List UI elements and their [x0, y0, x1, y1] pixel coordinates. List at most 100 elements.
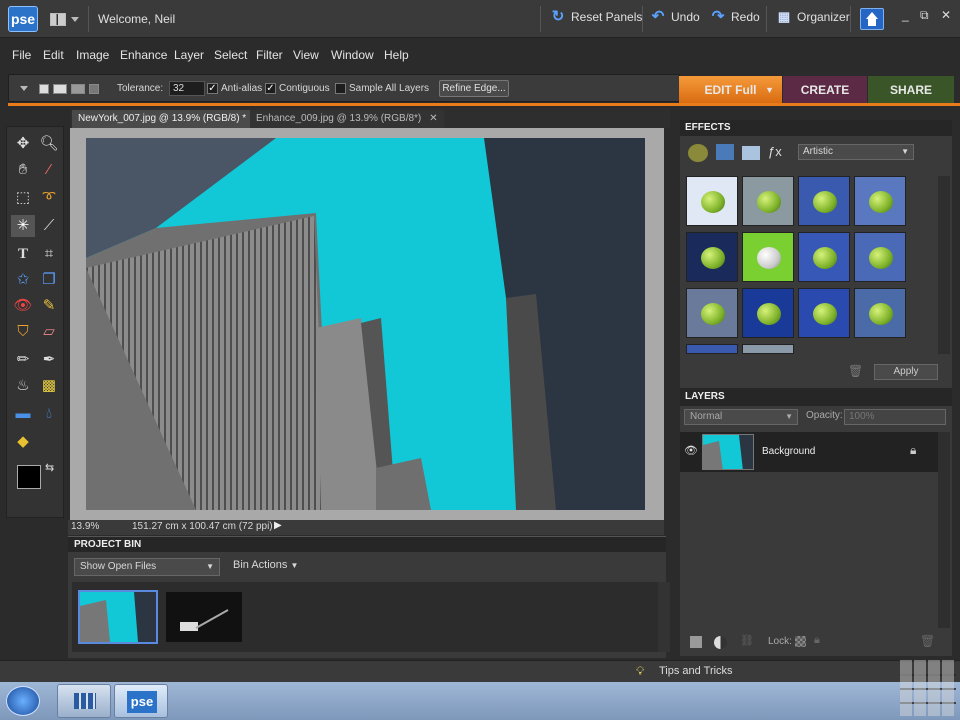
- healing-brush-tool-icon[interactable]: ✎: [37, 295, 61, 317]
- effect-thumbnail[interactable]: [686, 176, 738, 226]
- foreground-color-swatch[interactable]: [17, 465, 41, 489]
- crop-tool-icon[interactable]: ⌗: [37, 243, 61, 265]
- layer-styles-icon[interactable]: [716, 144, 734, 160]
- brush-tool-icon[interactable]: ✏︎: [11, 349, 35, 371]
- effect-thumbnail[interactable]: [854, 232, 906, 282]
- close-icon[interactable]: ✕: [429, 110, 437, 128]
- blend-mode-dropdown[interactable]: Normal ▼: [684, 409, 798, 425]
- shape-tool-icon[interactable]: ▬: [11, 403, 35, 425]
- status-menu-arrow-icon[interactable]: ▶: [274, 520, 282, 531]
- type-tool-icon[interactable]: T: [11, 243, 35, 265]
- swap-colors-icon[interactable]: ⇆: [45, 461, 54, 474]
- contiguous-checkbox[interactable]: ✓: [265, 83, 276, 94]
- red-eye-tool-icon[interactable]: 👁︎: [11, 295, 35, 317]
- trash-icon[interactable]: 🗑︎: [848, 364, 863, 378]
- taskbar-organizer-app[interactable]: [57, 684, 111, 718]
- opacity-input[interactable]: 100%: [844, 409, 946, 425]
- tab-create[interactable]: CREATE: [783, 76, 867, 104]
- undo-button[interactable]: ↶ Undo: [650, 9, 700, 24]
- link-layers-icon[interactable]: ⛓︎: [740, 634, 754, 647]
- effect-thumbnail[interactable]: [798, 288, 850, 338]
- reset-panels-button[interactable]: ↻ Reset Panels: [550, 9, 643, 24]
- sponge-tool-icon[interactable]: ◆: [11, 431, 35, 453]
- layers-panel-header[interactable]: LAYERS: [680, 388, 952, 406]
- eraser-tool-icon[interactable]: ▱: [37, 321, 61, 343]
- tips-and-tricks-link[interactable]: Tips and Tricks: [659, 665, 733, 677]
- organizer-button[interactable]: ▦ Organizer: [776, 10, 850, 25]
- effect-thumbnail[interactable]: [686, 232, 738, 282]
- adjustment-layer-icon[interactable]: [714, 636, 727, 649]
- home-button[interactable]: [860, 8, 884, 30]
- project-bin-scrollbar[interactable]: [658, 582, 670, 652]
- start-button[interactable]: [6, 686, 40, 716]
- clone-stamp-tool-icon[interactable]: ⛉: [11, 321, 35, 343]
- photo-effects-icon[interactable]: [742, 146, 760, 160]
- anti-alias-checkbox[interactable]: ✓: [207, 83, 218, 94]
- layers-scrollbar[interactable]: [938, 432, 950, 628]
- tool-preset-dropdown[interactable]: [20, 86, 28, 91]
- tab-document-2[interactable]: Enhance_009.jpg @ 13.9% (RGB/8*) ✕: [250, 110, 444, 128]
- menu-filter[interactable]: Filter: [256, 48, 283, 62]
- menu-select[interactable]: Select: [214, 48, 247, 62]
- tolerance-input[interactable]: 32: [169, 81, 205, 96]
- new-selection-icon[interactable]: [39, 84, 49, 94]
- lock-transparency-icon[interactable]: [795, 636, 806, 647]
- close-button[interactable]: ✕: [941, 8, 951, 22]
- effect-thumbnail[interactable]: [742, 344, 794, 354]
- effect-thumbnail[interactable]: [854, 288, 906, 338]
- effect-thumbnail[interactable]: [742, 288, 794, 338]
- effect-thumbnail[interactable]: [798, 176, 850, 226]
- menu-view[interactable]: View: [293, 48, 319, 62]
- menu-help[interactable]: Help: [384, 48, 409, 62]
- refine-edge-button[interactable]: Refine Edge...: [439, 80, 509, 97]
- effects-panel-header[interactable]: EFFECTS: [680, 120, 952, 136]
- taskbar-pse-app[interactable]: pse: [114, 684, 168, 718]
- marquee-tool-icon[interactable]: ⬚: [11, 187, 35, 209]
- eye-visibility-icon[interactable]: 👁︎: [684, 444, 698, 457]
- show-files-dropdown[interactable]: Show Open Files ▼: [74, 558, 220, 576]
- bin-actions-menu[interactable]: Bin Actions ▼: [233, 559, 298, 571]
- effects-category-dropdown[interactable]: Artistic ▼: [798, 144, 914, 160]
- add-selection-icon[interactable]: [53, 84, 67, 94]
- move-tool-icon[interactable]: ✥: [11, 133, 35, 155]
- apply-effect-button[interactable]: Apply: [874, 364, 938, 380]
- menu-file[interactable]: File: [12, 48, 31, 62]
- sample-all-layers-checkbox[interactable]: [335, 83, 346, 94]
- minimize-button[interactable]: _: [902, 8, 909, 22]
- effect-thumbnail[interactable]: [742, 232, 794, 282]
- layer-row-background[interactable]: 👁︎ Background 🔒︎: [680, 432, 938, 472]
- lock-all-icon[interactable]: 🔒︎: [814, 634, 820, 647]
- recompose-tool-icon[interactable]: ❐: [37, 269, 61, 291]
- effect-thumbnail[interactable]: [798, 232, 850, 282]
- zoom-tool-icon[interactable]: 🔍︎: [37, 133, 61, 155]
- paint-bucket-tool-icon[interactable]: ♨︎: [11, 375, 35, 397]
- blur-tool-icon[interactable]: 💧︎: [37, 403, 61, 425]
- hand-tool-icon[interactable]: ✋︎: [11, 159, 35, 181]
- tab-share[interactable]: SHARE: [868, 76, 954, 104]
- effect-thumbnail[interactable]: [686, 344, 738, 354]
- lasso-tool-icon[interactable]: ➰︎: [37, 187, 61, 209]
- filters-icon[interactable]: [688, 144, 708, 162]
- subtract-selection-icon[interactable]: [71, 84, 85, 94]
- document-image[interactable]: [86, 138, 645, 510]
- bin-thumbnail-1[interactable]: [78, 590, 158, 644]
- project-bin-header[interactable]: PROJECT BIN: [68, 536, 666, 552]
- cookie-cutter-tool-icon[interactable]: ✩: [11, 269, 35, 291]
- redo-button[interactable]: ↷ Redo: [710, 9, 760, 24]
- restore-button[interactable]: ⧉: [920, 8, 929, 23]
- intersect-selection-icon[interactable]: [89, 84, 99, 94]
- magic-wand-tool-icon[interactable]: ✳: [11, 215, 35, 237]
- effect-thumbnail[interactable]: [854, 176, 906, 226]
- new-layer-icon[interactable]: [690, 636, 702, 648]
- gradient-tool-icon[interactable]: ▩: [37, 375, 61, 397]
- menu-enhance[interactable]: Enhance: [120, 48, 167, 62]
- effect-thumbnail[interactable]: [686, 288, 738, 338]
- eyedropper-tool-icon[interactable]: ⁄: [37, 159, 61, 181]
- menu-window[interactable]: Window: [331, 48, 374, 62]
- show-all-fx-icon[interactable]: ƒx: [768, 144, 782, 159]
- menu-edit[interactable]: Edit: [43, 48, 64, 62]
- menu-layer[interactable]: Layer: [174, 48, 204, 62]
- quick-selection-tool-icon[interactable]: ⟋: [37, 215, 61, 237]
- effect-thumbnail[interactable]: [742, 176, 794, 226]
- tab-document-1[interactable]: NewYork_007.jpg @ 13.9% (RGB/8) * ✕: [72, 110, 269, 128]
